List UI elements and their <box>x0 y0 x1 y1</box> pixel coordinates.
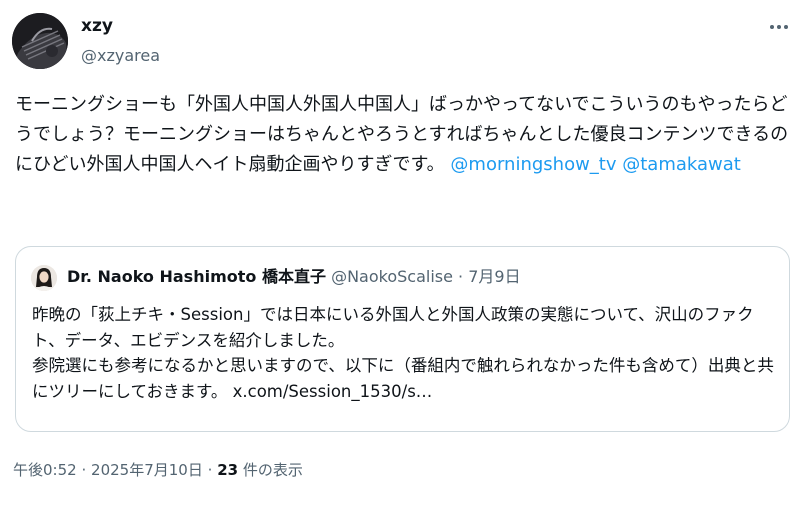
quoted-tweet-card[interactable]: Dr. Naoko Hashimoto 橋本直子 @NaokoScalise ·… <box>15 246 790 432</box>
author-avatar[interactable] <box>12 13 68 69</box>
more-icon-dot <box>777 25 781 29</box>
quoted-display-name: Dr. Naoko Hashimoto 橋本直子 <box>67 267 326 286</box>
quoted-author-avatar[interactable] <box>31 265 57 291</box>
more-icon-dot <box>784 25 788 29</box>
views-label: 件の表示 <box>242 461 303 479</box>
tweet-time[interactable]: 午後0:52 <box>13 461 77 479</box>
mention-link[interactable]: @morningshow_tv <box>450 154 616 175</box>
more-horizontal-icon <box>770 25 774 29</box>
quoted-link[interactable]: x.com/Session_1530/s… <box>233 382 433 401</box>
author-handle[interactable]: @xzyarea <box>81 45 160 67</box>
tweet-text: モーニングショーも「外国人中国人外国人中国人」ばっかやってないでこういうのもやっ… <box>15 90 800 180</box>
quoted-text-line2-wrap: 参院選にも参考になるかと思いますので、以下に（番組内で触れられなかった件も含めて… <box>32 353 777 404</box>
separator-dot: · <box>458 267 464 286</box>
author-display-name[interactable]: xzy <box>81 15 113 37</box>
tweet-date[interactable]: 2025年7月10日 <box>91 461 203 479</box>
separator-dot: · <box>207 461 213 479</box>
quoted-text-line1: 昨晩の「荻上チキ・Session」では日本にいる外国人と外国人政策の実態について… <box>32 305 754 350</box>
more-options-button[interactable] <box>764 14 794 40</box>
quoted-handle: @NaokoScalise <box>331 267 453 286</box>
separator-dot: · <box>81 461 87 479</box>
quoted-date: 7月9日 <box>468 267 521 286</box>
quoted-header: Dr. Naoko Hashimoto 橋本直子 @NaokoScalise ·… <box>67 266 521 288</box>
tweet-meta: 午後0:52 · 2025年7月10日 · 23 件の表示 <box>13 459 303 481</box>
tweet: xzy @xzyarea モーニングショーも「外国人中国人外国人中国人」ばっかや… <box>0 0 810 510</box>
mention-link[interactable]: @tamakawat <box>622 154 741 175</box>
quoted-text: 昨晩の「荻上チキ・Session」では日本にいる外国人と外国人政策の実態について… <box>32 302 777 404</box>
views-count: 23 <box>217 461 239 479</box>
